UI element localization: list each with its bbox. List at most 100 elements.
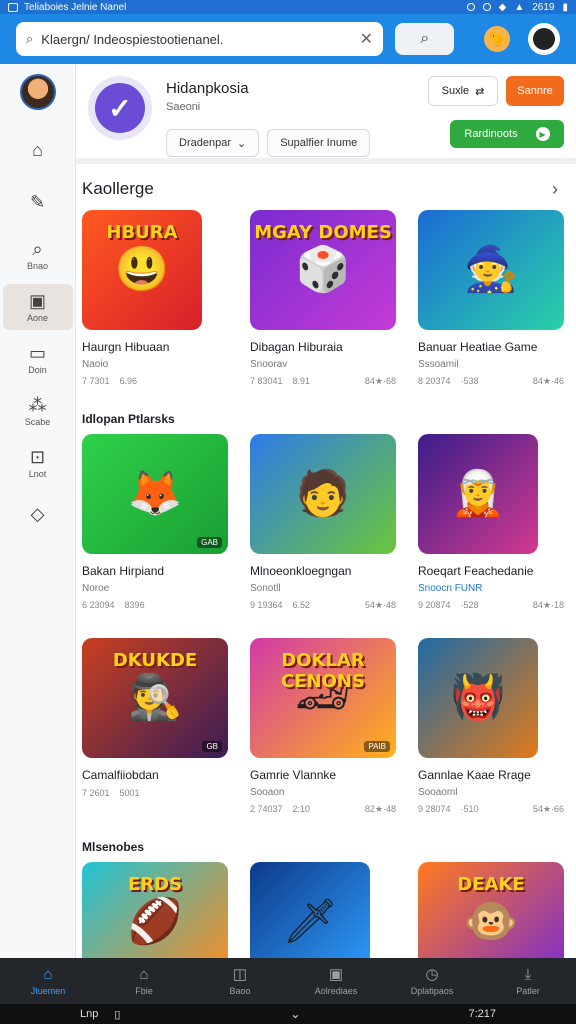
grid-icon: ⊡: [29, 446, 46, 467]
game-art: 🕵: [127, 673, 183, 722]
profile-card: ✓ Hidanpkosia Saeoni Dradenpar ⌄ Supalfi…: [76, 64, 576, 164]
nav-item-2[interactable]: ◫ Baoo: [192, 967, 288, 996]
game-title[interactable]: Camalfiiobdan: [82, 768, 242, 782]
game-card[interactable]: DOKLAR CENONS 🏎 PAIB Gamrie Vlannke Sooaon 2 …: [250, 638, 410, 838]
game-downloads: 7 2601: [82, 788, 110, 798]
game-thumbnail[interactable]: 🧝: [418, 434, 538, 554]
sidebar-item-6[interactable]: ⊡ Lnot: [3, 440, 73, 486]
game-subtitle: Sooaon: [250, 787, 285, 798]
game-rating: 54★·66: [532, 804, 564, 814]
sidebar-item-5[interactable]: ⁂ Scabe: [3, 388, 73, 434]
game-meta: 6 23094 8396: [82, 600, 242, 610]
sidebar-item-label: Scabe: [24, 416, 51, 427]
main-content: ✓ Hidanpkosia Saeoni Dradenpar ⌄ Supalfi…: [76, 64, 576, 958]
chevron-right-icon[interactable]: ›: [552, 179, 558, 200]
nav-item-0[interactable]: ⌂ Jtuemen: [0, 967, 96, 996]
sidebar-item-2[interactable]: ⌕ Bnao: [3, 232, 73, 278]
game-card[interactable]: 🧑 Mlnoeonkloegngan Sonotll 9 19364 6.52 54★·4…: [250, 434, 410, 634]
game-title[interactable]: Banuar Heatiae Game: [418, 340, 576, 354]
game-downloads: 8 20374: [418, 376, 451, 386]
game-title[interactable]: Mlnoeonkloegngan: [250, 564, 410, 578]
game-meta: 9 20874 ·528 84★·18: [418, 600, 576, 611]
games-panel: Kaollerge › HBURA 😃 Haurgn Hibuaan Naoio 7 7…: [76, 164, 576, 958]
game-thumbnail[interactable]: MGAY DOMES 🎲: [250, 210, 396, 330]
game-title[interactable]: Gannlae Kaae Rrage: [418, 768, 576, 782]
sidebar-item-7[interactable]: ◇: [3, 492, 73, 538]
game-thumbnail[interactable]: DOKLAR CENONS 🏎 PAIB: [250, 638, 396, 758]
pencil-icon: ✎: [29, 191, 46, 212]
game-thumbnail[interactable]: 🗡: [250, 862, 370, 958]
sidebar-item-3[interactable]: ▣ Aone: [2, 284, 73, 330]
play-button[interactable]: Rardinoots ▶: [450, 120, 564, 148]
game-thumbnail[interactable]: 🧙: [418, 210, 564, 330]
sidebar-item-4[interactable]: ▭ Doin: [3, 336, 73, 382]
thumbnail-tag: GAB: [197, 537, 222, 548]
system-left: Lnp: [80, 1008, 99, 1020]
orange-action-button[interactable]: Sannre: [506, 76, 564, 106]
share-button[interactable]: Suxle ⇄: [428, 76, 498, 106]
signal-icon: ▲: [514, 1, 525, 13]
secondary-filter[interactable]: Supalfier Inume: [267, 129, 371, 157]
nav-item-1[interactable]: ⌂ Fbie: [96, 967, 192, 996]
sidebar-item-1[interactable]: ✎: [3, 180, 73, 226]
game-title[interactable]: Roeqart Feachedanie: [418, 564, 576, 578]
game-card[interactable]: 🦊 GAB Bakan Hirpiand Noroe 6 23094 8396: [82, 434, 242, 634]
status-bar: Teliaboies Jelnie Nanel ◆ ▲ 2619 ▮: [0, 0, 576, 14]
game-title[interactable]: Haurgn Hibuaan: [82, 340, 242, 354]
game-subtitle: Snoorav: [250, 359, 288, 370]
nav-item-3[interactable]: ▣ Aolrediaes: [288, 967, 384, 996]
game-card[interactable]: HBURA 😃 Haurgn Hibuaan Naoio 7 7301 6.96: [82, 210, 242, 410]
search-input[interactable]: [41, 31, 352, 47]
sidebar-item-label: Doin: [28, 364, 47, 375]
search-button[interactable]: ⌕: [394, 23, 455, 55]
refresh-icon: ⇄: [475, 85, 485, 98]
url-bar[interactable]: ⌕ ✕: [16, 22, 383, 56]
user-avatar[interactable]: [19, 74, 56, 110]
game-card[interactable]: 👹 Gannlae Kaae Rrage Sooaoml 9 28074 ·510 54★…: [418, 638, 576, 838]
section-title: Kaollerge: [82, 179, 154, 198]
game-thumbnail[interactable]: DKUKDE 🕵 GB: [82, 638, 228, 758]
square-icon[interactable]: ▯: [114, 1008, 120, 1021]
nav-label: Aolrediaes: [314, 985, 358, 996]
game-thumbnail[interactable]: 👹: [418, 638, 538, 758]
game-card[interactable]: ERDS🏈FERB: [82, 862, 242, 958]
category-dropdown[interactable]: Dradenpar ⌄: [166, 129, 260, 157]
game-subtitle: Naoio: [82, 359, 109, 370]
game-card[interactable]: 🧙 Banuar Heatiae Game Sssoamil 8 20374·538 8…: [418, 210, 576, 410]
diamond-icon: ◇: [30, 503, 45, 524]
game-thumbnail[interactable]: DEAKE 🐵: [418, 862, 564, 958]
game-thumbnail[interactable]: ERDS🏈FERB: [82, 862, 228, 958]
sidebar-item-0[interactable]: ⌂: [3, 128, 73, 174]
game-meta: 7 83041 8.91 84★·68: [250, 376, 410, 387]
game-meta: 2 74037 2:10 82★·48: [250, 804, 410, 815]
thumbnail-logo-text: HBURA: [106, 222, 178, 243]
game-rating: 82★·48: [364, 804, 396, 814]
info-icon: [482, 3, 491, 11]
game-downloads: 7 83041: [250, 376, 283, 386]
chevron-down-icon[interactable]: ⌄: [290, 1007, 300, 1021]
status-time: 2619: [532, 1, 555, 13]
game-title[interactable]: Gamrie Vlannke: [250, 768, 410, 782]
game-title[interactable]: Dibagan Hiburaia: [250, 340, 410, 354]
game-card[interactable]: DKUKDE 🕵 GB Camalfiiobdan 7 2601 5001: [82, 638, 242, 838]
game-thumbnail[interactable]: 🧑: [250, 434, 396, 554]
game-card[interactable]: DEAKE 🐵: [418, 862, 576, 958]
game-thumbnail[interactable]: 🦊 GAB: [82, 434, 228, 554]
game-title[interactable]: Bakan Hirpiand: [82, 564, 242, 578]
thumbnail-logo-text: ERDS: [127, 874, 183, 895]
bag-icon: ◫: [232, 965, 248, 983]
nav-item-4[interactable]: ◷ Dplatipaos: [384, 967, 480, 996]
game-thumbnail[interactable]: HBURA 😃: [82, 210, 202, 330]
nav-item-5[interactable]: ⤓ Patler: [480, 967, 576, 996]
game-card[interactable]: MGAY DOMES 🎲 Dibagan Hiburaia Snoorav 7 8304…: [250, 210, 410, 410]
game-downloads: 7 7301: [82, 376, 110, 386]
close-icon[interactable]: ✕: [360, 29, 373, 49]
extension-icon[interactable]: 🐤: [484, 26, 511, 52]
game-card[interactable]: 🗡: [250, 862, 410, 958]
bottom-nav: ⌂ Jtuemen ⌂ Fbie ◫ Baoo ▣ Aolrediaes ◷ Dplatipaos…: [0, 958, 576, 1004]
apps-icon: ▣: [328, 965, 344, 983]
game-score: ·528: [460, 600, 479, 610]
avatar[interactable]: [528, 23, 561, 55]
game-card[interactable]: 🧝 Roeqart Feachedanie Snoocn FUNR 9 20874 ·5…: [418, 434, 576, 634]
game-score: 2:10: [292, 804, 311, 814]
